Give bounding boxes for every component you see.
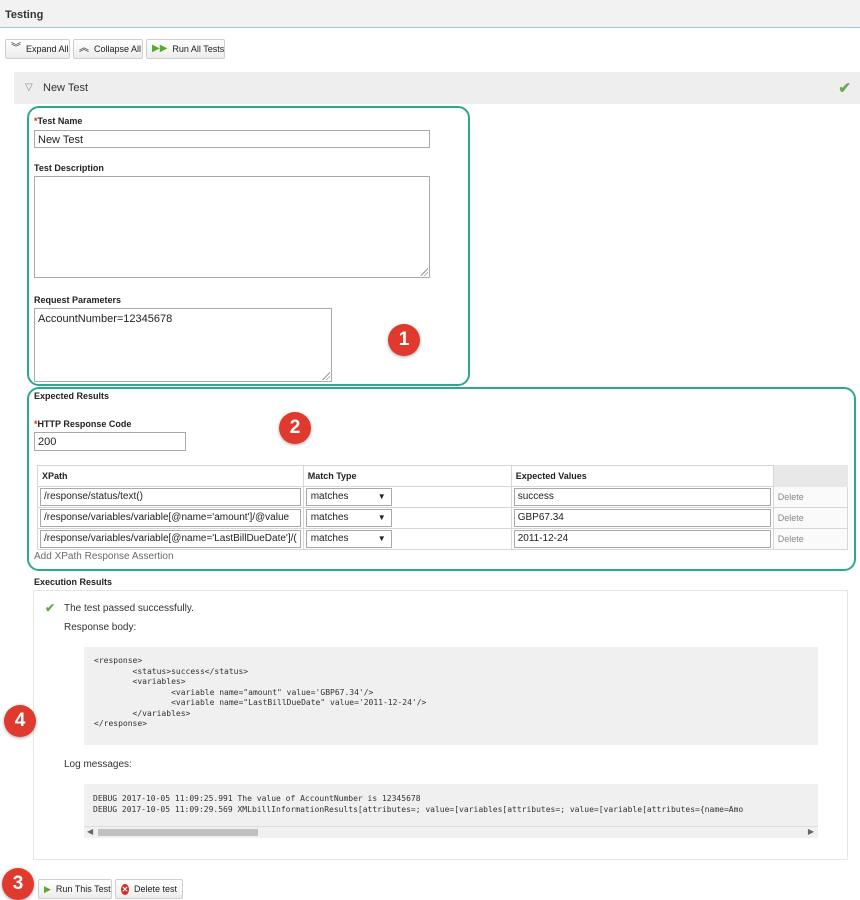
http-response-code-label: *HTTP Response Code	[34, 419, 132, 429]
column-header-match-type: Match Type	[302, 465, 512, 487]
run-this-test-button[interactable]: ▶ Run This Test	[38, 879, 112, 899]
resize-handle-icon[interactable]	[322, 372, 330, 380]
step-marker-3: 3	[2, 868, 34, 900]
play-icon: ▶	[44, 883, 51, 894]
table-row: /response/variables/variable[@name='Last…	[37, 528, 849, 550]
test-name-label: *Test Name	[34, 116, 83, 126]
request-parameters-textarea[interactable]: AccountNumber=12345678	[34, 308, 332, 382]
resize-handle-icon[interactable]	[420, 268, 428, 276]
double-chevron-down-icon: ︾	[11, 43, 21, 54]
expected-value-input[interactable]: success	[513, 488, 771, 506]
test-header[interactable]: ▽ New Test ✔	[14, 72, 860, 104]
step-marker-4: 4	[4, 705, 36, 737]
request-parameters-label: Request Parameters	[34, 295, 122, 305]
step-marker-2: 2	[279, 412, 311, 444]
log-messages-code: DEBUG 2017-10-05 11:09:25.991 The value …	[84, 784, 818, 826]
test-name-input[interactable]: New Test	[34, 130, 430, 148]
match-type-select[interactable]: matches ▼	[305, 509, 392, 527]
expected-results-label: Expected Results	[34, 391, 110, 401]
double-play-icon: ▶▶	[152, 43, 168, 54]
xpath-assertions-table: XPath Match Type Expected Values /respon…	[37, 465, 849, 550]
test-description-textarea[interactable]	[34, 176, 430, 278]
response-body-label: Response body:	[64, 622, 137, 633]
table-header-row: XPath Match Type Expected Values	[37, 465, 849, 487]
collapse-all-button[interactable]: ︽ Collapse All	[73, 39, 143, 59]
step-marker-1: 1	[388, 324, 420, 356]
match-type-select[interactable]: matches ▼	[305, 488, 392, 506]
execution-results-label: Execution Results	[34, 577, 113, 587]
expand-all-label: Expand All	[26, 44, 69, 54]
log-messages-label: Log messages:	[64, 759, 132, 770]
triangle-down-icon[interactable]: ▽	[25, 82, 33, 93]
dropdown-arrow-icon: ▼	[377, 534, 386, 543]
delete-row-link[interactable]: Delete	[772, 507, 849, 529]
double-chevron-up-icon: ︽	[79, 43, 89, 54]
run-all-tests-button[interactable]: ▶▶ Run All Tests	[146, 39, 225, 59]
expected-value-input[interactable]: 2011-12-24	[513, 530, 771, 548]
table-row: /response/status/text() matches ▼ success…	[37, 486, 849, 508]
delete-row-link[interactable]: Delete	[772, 486, 849, 508]
checkmark-icon: ✔	[838, 80, 851, 97]
run-this-test-label: Run This Test	[55, 884, 111, 894]
xpath-input[interactable]: /response/variables/variable[@name='amou…	[40, 509, 301, 527]
result-message: The test passed successfully.	[64, 603, 194, 614]
page-header	[0, 0, 860, 28]
page-title: Testing	[5, 9, 44, 21]
xpath-input[interactable]: /response/variables/variable[@name='Last…	[40, 530, 301, 548]
delete-test-button[interactable]: ✕ Delete test	[115, 879, 183, 899]
test-description-label: Test Description	[34, 163, 104, 173]
collapse-all-label: Collapse All	[94, 44, 142, 54]
expected-value-input[interactable]: GBP67.34	[513, 509, 771, 527]
expand-all-button[interactable]: ︾ Expand All	[5, 39, 70, 59]
test-header-name: New Test	[43, 82, 89, 94]
x-circle-icon: ✕	[121, 883, 129, 895]
match-type-select[interactable]: matches ▼	[305, 530, 392, 548]
scroll-right-icon[interactable]: ▶	[808, 827, 814, 836]
dropdown-arrow-icon: ▼	[377, 513, 386, 522]
table-row: /response/variables/variable[@name='amou…	[37, 507, 849, 529]
http-response-code-input[interactable]: 200	[34, 432, 186, 451]
checkmark-icon: ✔	[45, 601, 56, 615]
column-header-expected-values: Expected Values	[510, 465, 774, 487]
log-horizontal-scrollbar[interactable]: ◀ ▶	[84, 826, 818, 838]
column-header-actions	[772, 465, 849, 487]
delete-test-label: Delete test	[133, 884, 177, 894]
run-all-label: Run All Tests	[172, 44, 225, 54]
scroll-left-icon[interactable]: ◀	[87, 827, 93, 836]
column-header-xpath: XPath	[37, 465, 304, 487]
dropdown-arrow-icon: ▼	[377, 492, 386, 501]
scrollbar-thumb[interactable]	[98, 829, 258, 836]
delete-row-link[interactable]: Delete	[772, 528, 849, 550]
response-body-code: <response> <status>success</status> <var…	[84, 647, 818, 745]
xpath-input[interactable]: /response/status/text()	[40, 488, 301, 506]
add-xpath-assertion-link[interactable]: Add XPath Response Assertion	[34, 551, 174, 562]
request-parameters-value: AccountNumber=12345678	[38, 313, 173, 325]
